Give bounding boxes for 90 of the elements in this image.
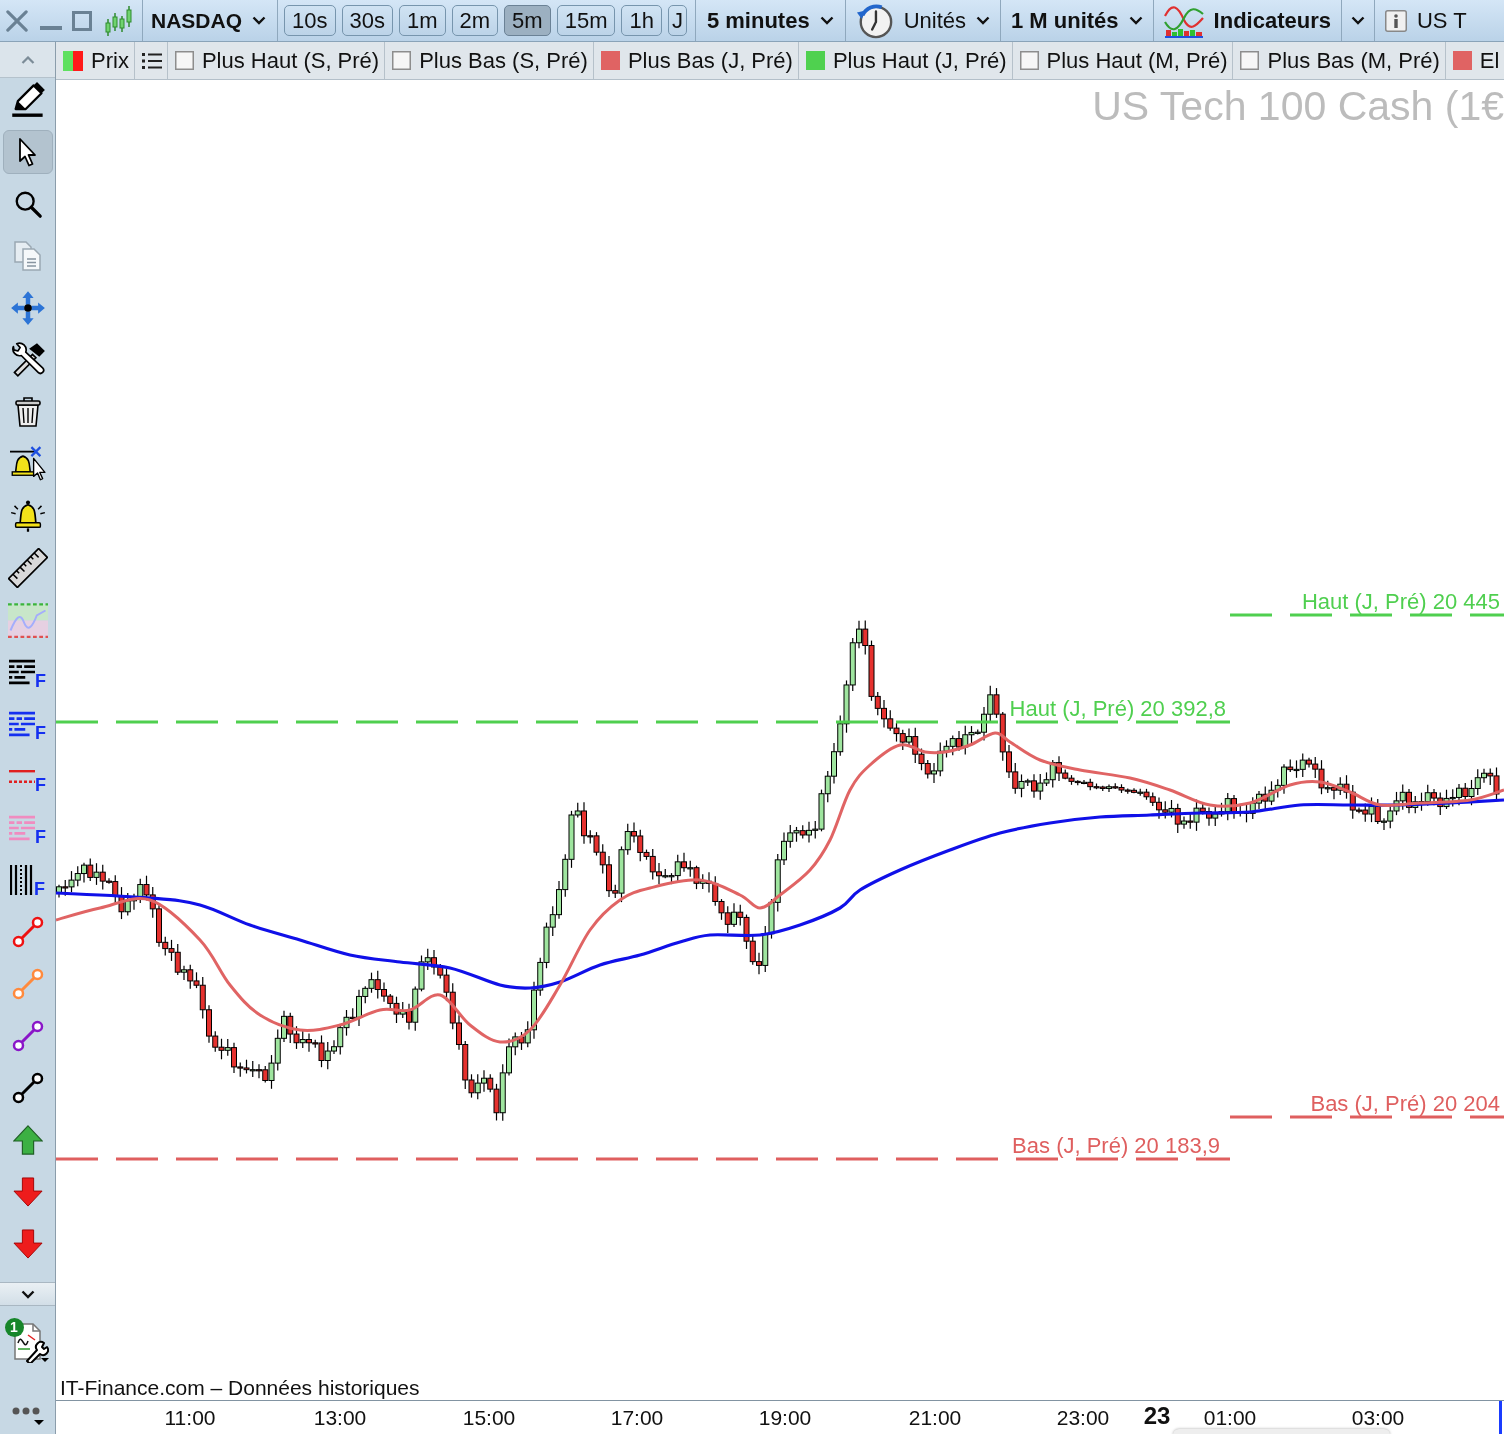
time-axis-label: 01:00: [1203, 1407, 1257, 1428]
legend-toggle[interactable]: Plus Bas (S, Pré): [385, 42, 594, 79]
info-icon: [1384, 9, 1407, 32]
time-axis-label: 13:00: [313, 1407, 367, 1428]
close-icon[interactable]: [6, 9, 28, 32]
indicator-chart-icon: [1163, 3, 1204, 38]
tool-letter: F: [35, 672, 46, 690]
chevron-down-icon: [252, 16, 266, 25]
line-segment-icon: [11, 968, 44, 1000]
line-segment-icon: [11, 1072, 44, 1104]
time-axis-label: 19:00: [758, 1407, 812, 1428]
level-label: Bas (J, Pré) 20 183,9: [1012, 1133, 1220, 1158]
time-axis-label: 21:00: [908, 1407, 962, 1428]
tool-button[interactable]: [2, 130, 53, 174]
legend-toggle[interactable]: El: [1445, 42, 1504, 79]
level-label: Haut (J, Pré) 20 392,8: [1009, 696, 1226, 721]
timeframe-button[interactable]: 10s: [284, 5, 336, 36]
legend-toggle[interactable]: Plus Bas (J, Pré): [593, 42, 799, 79]
legend-toggle[interactable]: Plus Bas (M, Pré): [1233, 42, 1446, 79]
time-axis-label: 03:00: [1351, 1407, 1405, 1428]
chevron-down-icon: [819, 16, 834, 25]
line-segment-icon: [11, 916, 44, 948]
timeframe-button[interactable]: 1h: [621, 5, 662, 36]
chevron-down-icon: [1128, 16, 1143, 25]
level-label: Bas (J, Pré) 20 204: [1310, 1091, 1500, 1116]
down-arrow-icon: [12, 1229, 43, 1259]
instrument-button[interactable]: US T: [1374, 0, 1504, 41]
text-lines-icon: [9, 659, 35, 685]
text-lines-icon: [9, 711, 35, 737]
symbol-dropdown[interactable]: NASDAQ: [143, 0, 277, 41]
more-icon: [11, 1407, 44, 1427]
tool-letter: F: [35, 724, 46, 742]
chart-title: US Tech 100 Cash (1€: [1092, 84, 1504, 130]
tool-letter: F: [34, 880, 45, 898]
tool-button[interactable]: F: [2, 806, 53, 850]
wrench-hammer-icon: [9, 342, 46, 378]
bell-icon: [8, 498, 47, 534]
chevron-down-icon: [20, 1289, 35, 1299]
time-axis-label: 23: [1143, 1404, 1171, 1428]
report-wrench-icon: [12, 1323, 49, 1363]
legend-toggle[interactable]: Plus Haut (J, Pré): [798, 42, 1013, 79]
report-button[interactable]: 1: [2, 1318, 53, 1366]
down-arrow-icon: [12, 1177, 43, 1207]
time-axis-label: 11:00: [164, 1407, 216, 1428]
line-segment-icon: [11, 1020, 44, 1052]
indicators-button[interactable]: Indicateurs: [1153, 0, 1341, 41]
tool-letter: F: [35, 776, 46, 794]
time-axis-label: 15:00: [462, 1407, 516, 1428]
dashed-lines-icon: [9, 769, 35, 783]
current-time-marker: [1499, 1401, 1502, 1434]
data-source-label: IT-Finance.com – Données historiques: [60, 1374, 420, 1400]
bell-cursor-icon: [7, 446, 48, 482]
timeframe-button[interactable]: 30s: [341, 5, 393, 36]
maximize-icon[interactable]: [72, 10, 92, 31]
chevron-down-icon: [976, 16, 990, 25]
text-lines-icon: [9, 815, 35, 841]
level-label: Haut (J, Pré) 20 445: [1301, 589, 1500, 614]
caret-up-icon: [20, 55, 35, 64]
four-arrows-icon: [9, 290, 46, 326]
tool-button[interactable]: F: [2, 754, 53, 798]
scroll-down-button[interactable]: [0, 1282, 55, 1306]
pointer-icon: [19, 137, 36, 167]
price-legend-toggle[interactable]: Prix: [56, 42, 135, 79]
chevron-down-icon: [1350, 16, 1365, 25]
notification-count: 1: [4, 1318, 24, 1337]
documents-icon: [11, 240, 44, 272]
pencil-icon: [9, 82, 46, 118]
timeframe-button[interactable]: 1m: [399, 5, 446, 36]
time-axis-label: 17:00: [610, 1407, 664, 1428]
legend-toggle[interactable]: Plus Haut (M, Pré): [1012, 42, 1234, 79]
vertical-lines-icon: [10, 865, 34, 895]
tool-letter: F: [35, 828, 46, 846]
unit-count-dropdown[interactable]: 1 M unités: [1001, 0, 1153, 41]
up-arrow-icon: [12, 1125, 43, 1155]
list-icon: [141, 52, 162, 69]
tool-button[interactable]: F: [2, 702, 53, 746]
units-dropdown[interactable]: Unités: [845, 0, 1000, 41]
clock-icon: [855, 1, 894, 40]
period-dropdown[interactable]: 5 minutes: [695, 0, 845, 41]
band-icon: [7, 602, 48, 638]
legend-toggle[interactable]: Plus Haut (S, Pré): [167, 42, 386, 79]
candlestick-icon[interactable]: [104, 4, 134, 37]
time-axis-label: 23:00: [1056, 1407, 1110, 1428]
timeframe-button[interactable]: 5m: [504, 5, 551, 36]
timeframe-button[interactable]: 15m: [556, 5, 616, 36]
tool-button[interactable]: F: [2, 858, 53, 902]
price-swatch-icon: [63, 50, 83, 71]
timeframe-button[interactable]: 2m: [451, 5, 499, 36]
timeframe-button[interactable]: J: [667, 5, 687, 36]
tool-button[interactable]: F: [2, 650, 53, 694]
